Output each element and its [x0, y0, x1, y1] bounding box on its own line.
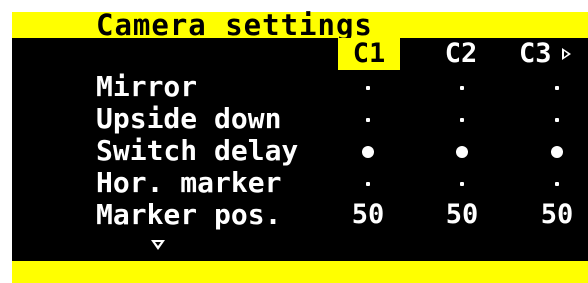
dot-small-icon: [555, 117, 559, 122]
triangle-down-icon[interactable]: [151, 240, 165, 250]
footer-bar: [12, 261, 588, 283]
row-upside-down[interactable]: Upside down: [12, 104, 588, 136]
settings-panel: C1 C2 C3 Mirror Upside down Switch delay…: [12, 38, 588, 261]
row-mirror[interactable]: Mirror: [12, 72, 588, 104]
value-cell[interactable]: 50: [532, 200, 582, 230]
value-cell[interactable]: [343, 136, 393, 166]
dot-small-icon: [555, 181, 559, 186]
dot-small-icon: [460, 85, 464, 90]
row-label: Mirror: [96, 70, 198, 103]
value-cell[interactable]: [532, 104, 582, 134]
value-cell[interactable]: [437, 104, 487, 134]
row-label: Marker pos.: [96, 198, 282, 231]
value-cell[interactable]: [343, 72, 393, 102]
value-cell[interactable]: [532, 168, 582, 198]
title-bar: Camera settings: [12, 8, 588, 43]
dot-large-icon: [551, 145, 563, 158]
row-label: Upside down: [96, 102, 282, 135]
column-c1[interactable]: C1: [338, 38, 400, 70]
row-label: Hor. marker: [96, 166, 282, 199]
dot-large-icon: [456, 145, 468, 158]
dot-small-icon: [366, 117, 370, 122]
value-cell[interactable]: [437, 72, 487, 102]
page-title: Camera settings: [96, 8, 373, 42]
value-cell[interactable]: 50: [343, 200, 393, 230]
dot-small-icon: [555, 85, 559, 90]
dot-small-icon: [460, 181, 464, 186]
value-cell[interactable]: [343, 104, 393, 134]
dot-small-icon: [366, 181, 370, 186]
triangle-right-icon[interactable]: [562, 48, 571, 60]
value-cell[interactable]: [532, 72, 582, 102]
value-cell[interactable]: [437, 136, 487, 166]
row-label: Switch delay: [96, 134, 299, 167]
column-c2[interactable]: C2: [436, 38, 486, 70]
dot-small-icon: [366, 85, 370, 90]
column-c3[interactable]: C3: [519, 38, 567, 70]
value-cell[interactable]: [343, 168, 393, 198]
row-hor-marker[interactable]: Hor. marker: [12, 168, 588, 200]
dot-large-icon: [362, 145, 374, 158]
dot-small-icon: [460, 117, 464, 122]
value-cell[interactable]: [437, 168, 487, 198]
value-cell[interactable]: [532, 136, 582, 166]
row-marker-pos[interactable]: Marker pos. 50 50 50: [12, 200, 588, 232]
row-switch-delay[interactable]: Switch delay: [12, 136, 588, 168]
value-cell[interactable]: 50: [437, 200, 487, 230]
